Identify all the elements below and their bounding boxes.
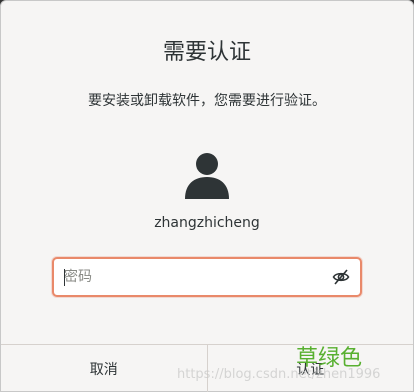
user-avatar-icon <box>185 153 229 199</box>
password-input[interactable] <box>64 259 324 295</box>
username-label: zhangzhicheng <box>154 215 260 231</box>
password-field[interactable] <box>52 257 362 297</box>
eye-slash-icon[interactable] <box>332 268 350 286</box>
authentication-dialog: 需要认证 要安装或卸载软件，您需要进行验证。 zhangzhicheng 取消 … <box>0 0 414 392</box>
annotation-label: 草绿色 <box>296 346 363 371</box>
dialog-title: 需要认证 <box>162 40 251 65</box>
text-cursor <box>64 269 65 286</box>
dialog-message: 要安装或卸载软件，您需要进行验证。 <box>88 93 326 109</box>
